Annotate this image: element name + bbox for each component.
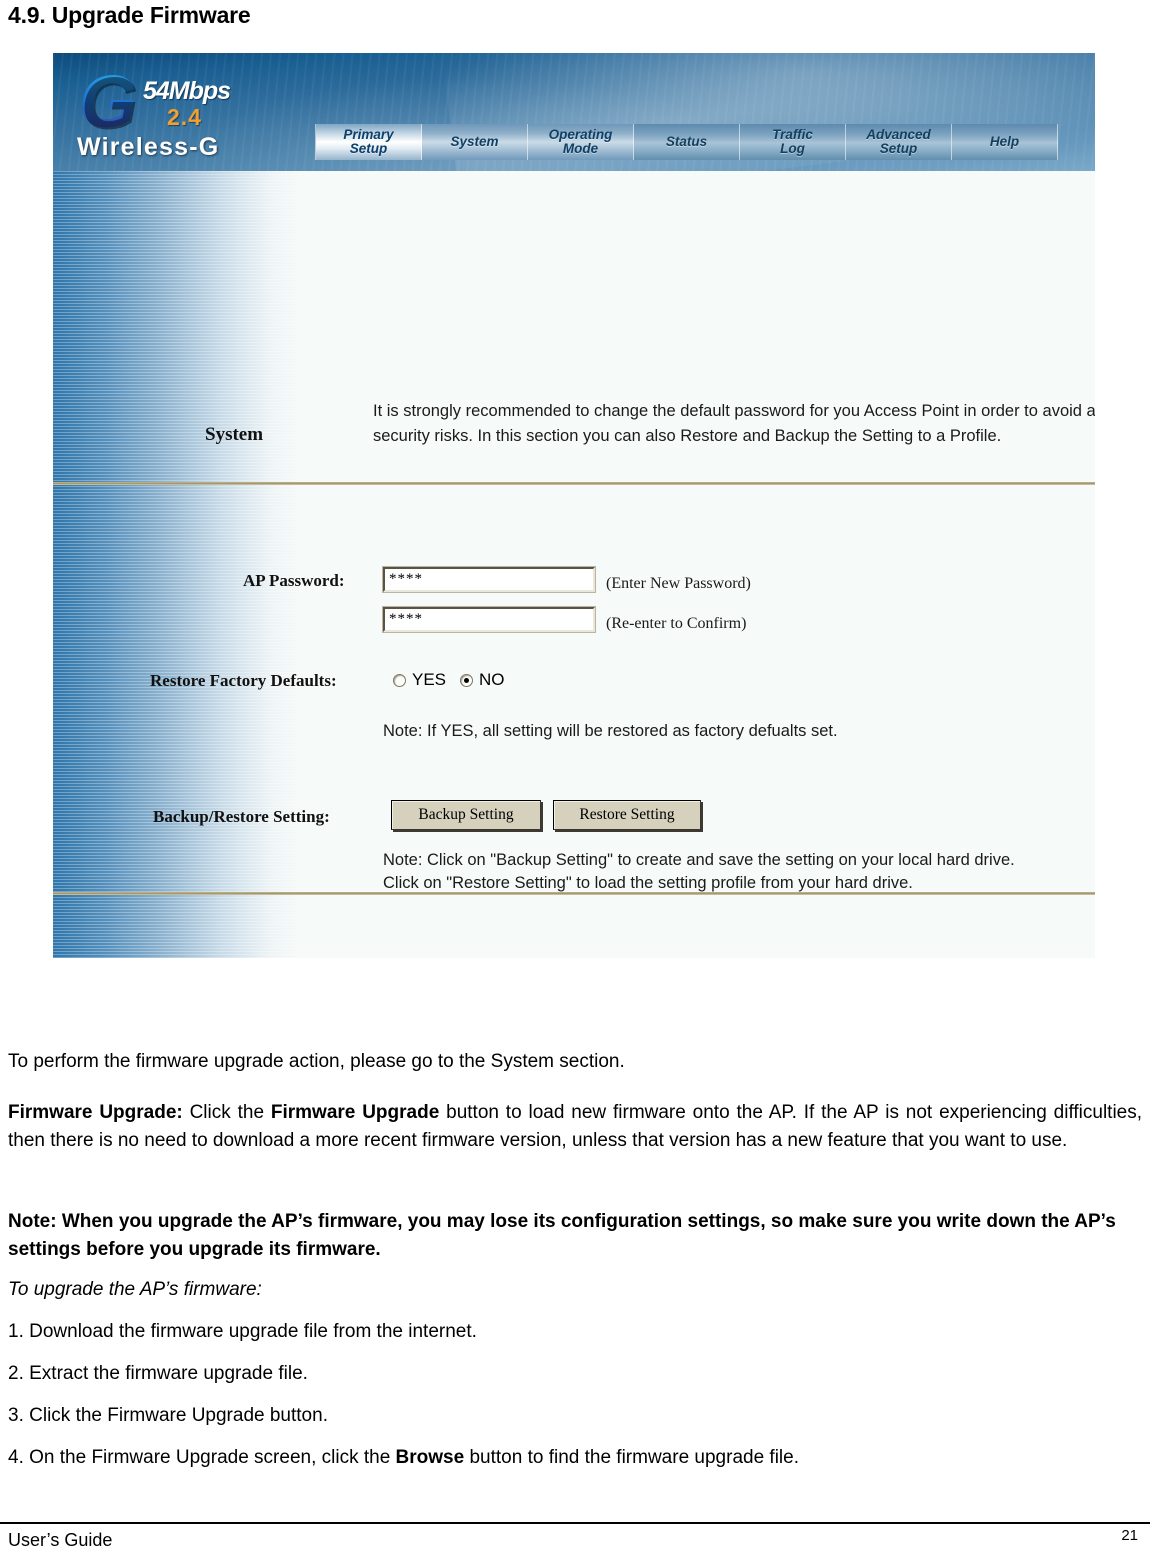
step-4-post: button to find the firmware upgrade file… bbox=[464, 1447, 799, 1468]
field-label-restore-factory-defaults: Restore Factory Defaults: bbox=[150, 671, 337, 690]
tab-traffic-log-line2: Log bbox=[780, 141, 805, 156]
tab-system-label: System bbox=[450, 134, 499, 149]
radio-no-label: NO bbox=[479, 670, 505, 689]
tab-status[interactable]: Status bbox=[634, 124, 740, 160]
radio-yes-icon[interactable] bbox=[393, 673, 406, 687]
tab-primary-setup-line1: Primary bbox=[343, 127, 394, 142]
logo-band-label: 2.4 bbox=[167, 104, 202, 130]
tab-primary-setup[interactable]: Primary Setup bbox=[316, 124, 422, 160]
step-4-pre: 4. On the Firmware Upgrade screen, click… bbox=[8, 1447, 396, 1468]
tab-advanced-setup-line2: Setup bbox=[879, 141, 918, 156]
tab-operating-mode[interactable]: Operating Mode bbox=[528, 124, 634, 160]
divider-2 bbox=[53, 892, 1095, 895]
restore-setting-button[interactable]: Restore Setting bbox=[553, 800, 701, 830]
backup-setting-button[interactable]: Backup Setting bbox=[391, 800, 541, 830]
tab-operating-mode-line1: Operating bbox=[548, 127, 613, 142]
firmware-para-text1: Click the bbox=[182, 1102, 271, 1123]
section-label-system: System bbox=[205, 424, 264, 445]
router-settings-form: System It is strongly recommended to cha… bbox=[53, 171, 1095, 958]
paragraph-note: Note: When you upgrade the AP’s firmware… bbox=[8, 1211, 1116, 1260]
footer-page-number: 21 bbox=[1121, 1527, 1138, 1544]
logo-speed-label: 54Mbps bbox=[143, 77, 231, 105]
tab-traffic-log[interactable]: Traffic Log bbox=[740, 124, 846, 160]
ap-password-new-input[interactable]: **** bbox=[382, 566, 596, 593]
router-header-banner: G 54Mbps 2.4 Wireless-G Primary Setup Sy… bbox=[53, 53, 1095, 209]
firmware-para-lead: Firmware Upgrade: bbox=[8, 1102, 183, 1123]
section-description-system: It is strongly recommended to change the… bbox=[373, 402, 1095, 445]
radio-yes-label: YES bbox=[412, 670, 447, 689]
radio-option-no[interactable]: NO bbox=[460, 670, 505, 690]
restore-factory-defaults-note: Note: If YES, all setting will be restor… bbox=[383, 722, 838, 740]
tab-system[interactable]: System bbox=[422, 124, 528, 160]
field-label-backup-restore-setting: Backup/Restore Setting: bbox=[153, 807, 330, 826]
tab-advanced-setup-line1: Advanced bbox=[866, 127, 931, 142]
ap-password-confirm-input[interactable]: **** bbox=[382, 606, 596, 633]
field-label-ap-password: AP Password: bbox=[243, 571, 345, 590]
firmware-para-bold2: Firmware Upgrade bbox=[270, 1102, 440, 1123]
step-item-3: 3. Click the Firmware Upgrade button. bbox=[8, 1405, 328, 1426]
tab-traffic-log-line1: Traffic bbox=[772, 127, 813, 142]
footer-document-label: User’s Guide bbox=[8, 1530, 113, 1550]
step-item-1: 1. Download the firmware upgrade file fr… bbox=[8, 1321, 477, 1342]
tab-status-label: Status bbox=[665, 134, 708, 149]
restore-factory-defaults-radio-group[interactable]: YES NO bbox=[393, 670, 505, 690]
tab-advanced-setup[interactable]: Advanced Setup bbox=[846, 124, 952, 160]
backup-restore-note-line1: Note: Click on "Backup Setting" to creat… bbox=[383, 851, 1015, 869]
logo-g-glyph: G bbox=[79, 60, 137, 143]
logo-family-label: Wireless-G bbox=[77, 133, 220, 161]
tab-primary-setup-line2: Setup bbox=[349, 141, 388, 156]
divider-1 bbox=[53, 482, 1095, 485]
tab-help[interactable]: Help bbox=[952, 124, 1058, 160]
radio-no-icon[interactable] bbox=[460, 673, 474, 687]
paragraph-intro: To perform the firmware upgrade action, … bbox=[8, 1051, 625, 1072]
paragraph-firmware-upgrade: Firmware Upgrade: Click the Firmware Upg… bbox=[8, 1099, 1142, 1155]
tab-help-label: Help bbox=[989, 134, 1020, 149]
step-item-4: 4. On the Firmware Upgrade screen, click… bbox=[8, 1444, 1142, 1472]
paragraph-to-upgrade: To upgrade the AP’s firmware: bbox=[8, 1279, 262, 1300]
radio-option-yes[interactable]: YES bbox=[393, 670, 446, 690]
brand-logo: G 54Mbps 2.4 Wireless-G bbox=[71, 61, 311, 165]
router-admin-screenshot: G 54Mbps 2.4 Wireless-G Primary Setup Sy… bbox=[53, 53, 1095, 958]
page-title: 4.9. Upgrade Firmware bbox=[8, 2, 251, 28]
router-nav-tabs[interactable]: Primary Setup System Operating Mode Stat… bbox=[315, 124, 1058, 160]
form-left-gradient-bar bbox=[53, 171, 301, 958]
step-item-2: 2. Extract the firmware upgrade file. bbox=[8, 1363, 308, 1384]
ap-password-confirm-hint: (Re-enter to Confirm) bbox=[606, 615, 747, 632]
footer-divider bbox=[0, 1522, 1150, 1524]
step-4-browse-bold: Browse bbox=[395, 1447, 465, 1468]
ap-password-new-hint: (Enter New Password) bbox=[606, 575, 751, 592]
tab-operating-mode-line2: Mode bbox=[562, 141, 599, 156]
